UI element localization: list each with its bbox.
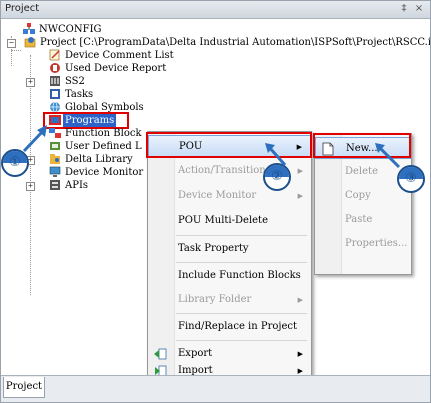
close-icon[interactable]: × [413,3,425,15]
panel-tab-bar: Project [1,375,430,402]
menu-item-label: Paste [345,214,373,225]
arrow-icon [375,143,401,169]
tree-item-nwconfig[interactable]: NWCONFIG [23,23,143,36]
tree-item-label: Global Symbols [65,102,144,113]
arrow-icon [265,143,287,166]
menu-item-label: Copy [345,190,371,201]
tree-item-tasks[interactable]: Tasks [49,88,169,101]
tree-item-label: NWCONFIG [39,24,102,35]
marker-number: ③ [405,171,417,186]
panel-title: Project [5,3,40,14]
submenu-arrow-icon: ▶ [296,143,302,151]
network-config-icon [23,23,35,34]
tree-item-global-symbols[interactable]: Global Symbols [49,101,189,114]
arrow-icon [22,125,47,153]
menu-item-pou-multi-delete[interactable]: POU Multi-Delete [148,210,311,232]
expand-icon[interactable]: + [26,78,35,87]
menu-item-device-monitor[interactable]: Device Monitor ▶ [148,185,311,207]
tree-item-label: Device Comment List [65,50,174,61]
submenu-arrow-icon: ▶ [297,167,303,175]
marker-number: ① [9,155,21,170]
tree-item-used-device-report[interactable]: Used Device Report [49,62,209,75]
menu-separator [176,262,307,263]
menu-separator [176,313,307,314]
new-document-icon [322,142,334,156]
submenu-item-paste[interactable]: Paste [315,209,411,231]
panel-titlebar: Project ‡ × [1,1,430,19]
tree-item-label: Tasks [65,89,94,100]
tasks-icon [50,89,60,99]
menu-item-label: Include Function Blocks [178,270,301,281]
menu-item-label: Action/Transition [178,165,266,176]
menu-item-label: Find/Replace in Project [178,321,298,332]
menu-item-label: Properties... [345,238,408,249]
project-icon [24,37,36,48]
submenu-arrow-icon: ▶ [297,296,303,304]
menu-item-label: Library Folder [178,294,252,305]
tree-item-label: Delta Library [65,154,133,165]
tree-connector [11,50,21,51]
menu-item-library-folder[interactable]: Library Folder ▶ [148,289,311,311]
submenu-item-properties[interactable]: Properties... [315,233,411,255]
tree-item-label: SS2 [65,76,85,87]
menu-separator [176,340,307,341]
pin-icon[interactable]: ‡ [398,3,410,15]
tree-item-project[interactable]: − Project [C:\ProgramData\Delta Industri… [7,36,430,49]
menu-item-task-property[interactable]: Task Property [148,238,311,260]
menu-separator [176,235,307,236]
tree-item-label: Used Device Report [65,63,167,74]
marker-number: ② [271,169,283,184]
report-icon [50,63,60,73]
tree-item-label: Programs [63,114,117,127]
tab-project[interactable]: Project [3,377,45,398]
tree-item-device-comment-list[interactable]: Device Comment List [49,49,209,62]
menu-item-find-replace[interactable]: Find/Replace in Project [148,316,311,338]
tree-item-programs[interactable]: Programs [49,114,189,127]
tree-item-label: Function Block [65,128,142,139]
comment-list-icon [49,49,60,61]
tree-item-label: User Defined L [65,141,142,152]
collapse-icon[interactable]: − [7,39,16,48]
tree-item-ss2[interactable]: + SS2 [26,75,152,88]
tree-item-label: APIs [65,180,89,191]
submenu-item-copy[interactable]: Copy [315,185,411,207]
menu-item-label: POU Multi-Delete [178,215,268,226]
apis-icon [50,180,60,190]
tree-connector [30,55,31,295]
tree-item-label: Device Monitor [65,167,144,178]
menu-item-label: Device Monitor [178,190,257,201]
menu-item-label: Task Property [178,243,249,254]
submenu-arrow-icon: ▶ [297,192,303,200]
monitor-icon [49,166,61,177]
menu-item-include-function-blocks[interactable]: Include Function Blocks [148,265,311,287]
menu-item-label: POU [179,141,203,152]
plc-icon [50,76,60,86]
expand-icon[interactable]: + [26,182,35,191]
tree-item-label: Project [C:\ProgramData\Delta Industrial… [40,37,431,48]
globe-icon [50,101,60,113]
project-panel: Project ‡ × NWCONFIG − Project [C:\Progr… [0,0,431,403]
export-icon [154,348,167,360]
